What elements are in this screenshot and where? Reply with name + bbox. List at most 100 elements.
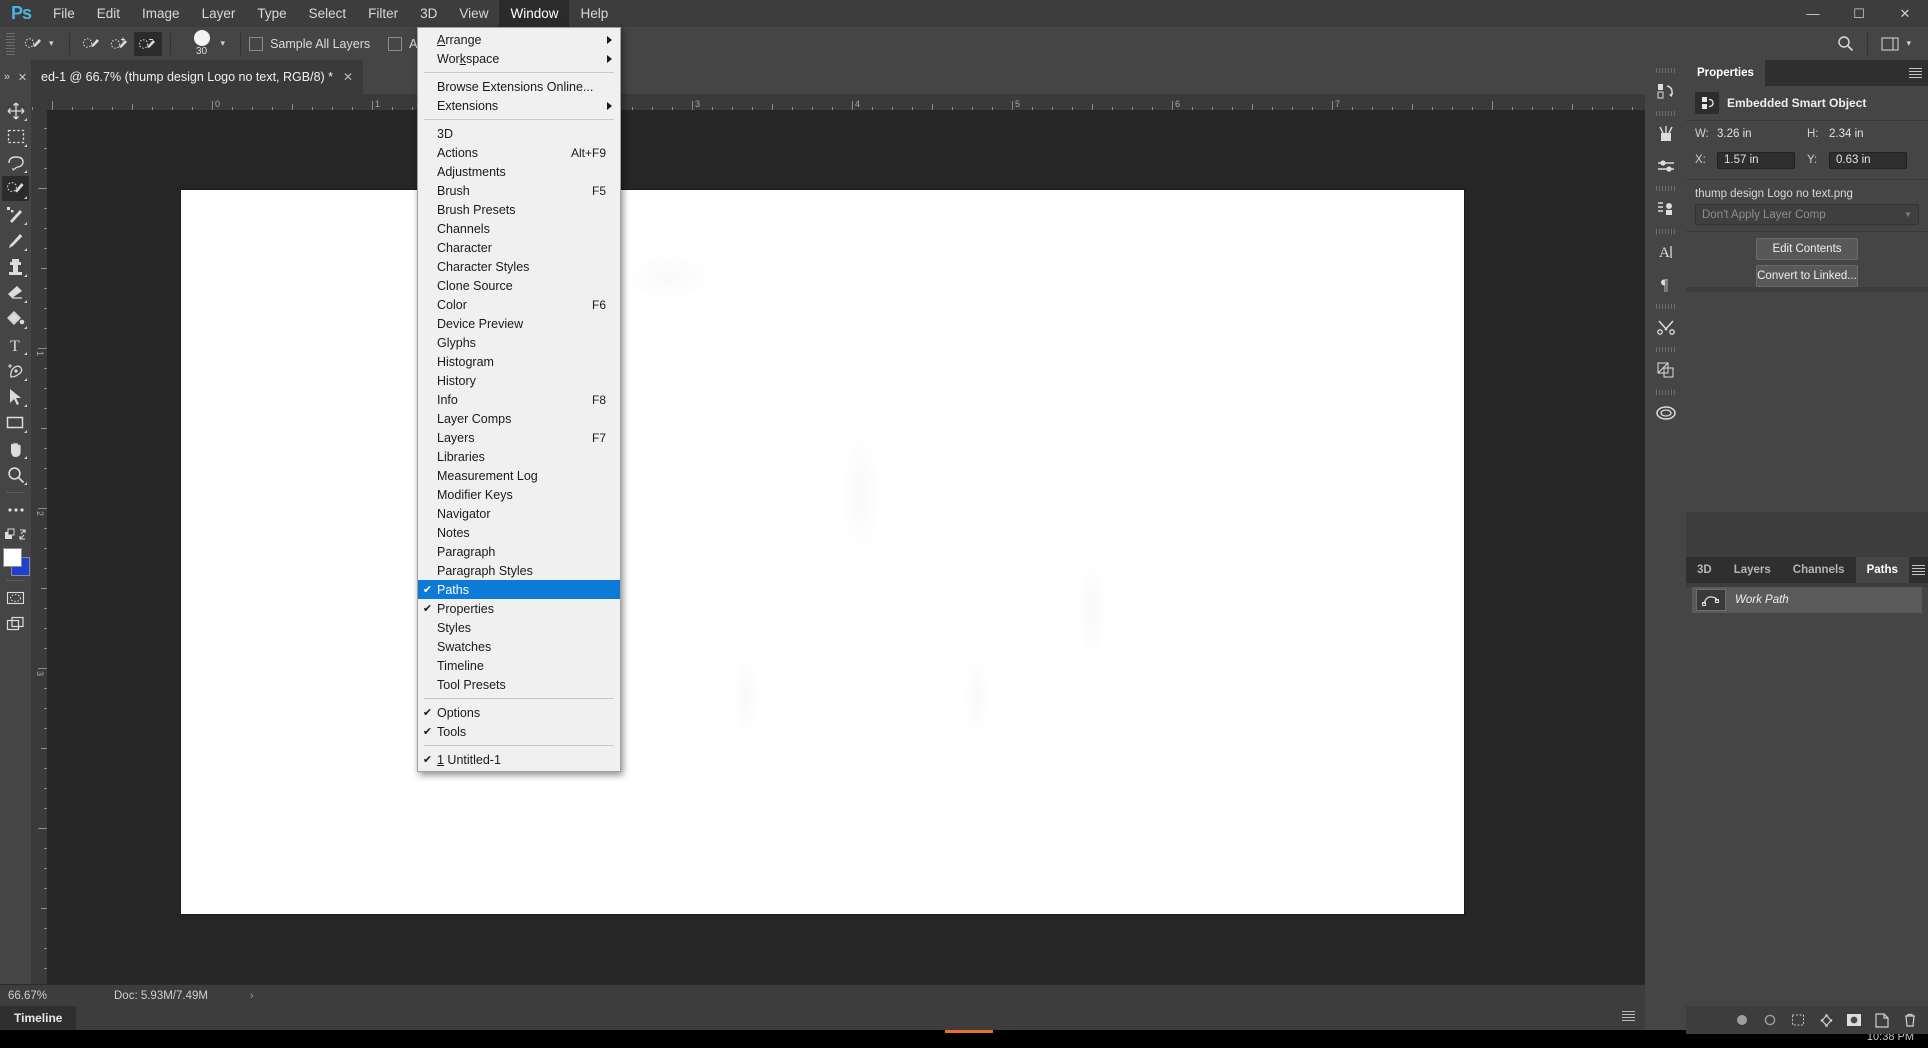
window-menu-dropdown[interactable]: ArrangeWorkspaceBrowse Extensions Online… — [417, 27, 621, 772]
tool-presets-icon[interactable] — [1649, 311, 1683, 343]
y-input[interactable]: 0.63 in — [1829, 152, 1907, 169]
tab-layers[interactable]: Layers — [1723, 557, 1782, 583]
more-tools[interactable] — [2, 497, 29, 522]
window-menu-item-layers[interactable]: LayersF7 — [418, 428, 620, 447]
type-tool[interactable]: T — [2, 332, 29, 357]
rail-grip[interactable] — [1656, 111, 1676, 116]
window-menu-item-timeline[interactable]: Timeline — [418, 656, 620, 675]
paint-bucket-tool[interactable] — [2, 306, 29, 331]
foreground-color-swatch[interactable] — [3, 548, 22, 567]
lasso-tool[interactable] — [2, 150, 29, 175]
options-grip[interactable] — [6, 33, 15, 55]
window-menu-item-adjustments[interactable]: Adjustments — [418, 162, 620, 181]
menu-filter[interactable]: Filter — [357, 0, 409, 27]
window-menu-item-clone-source[interactable]: Clone Source — [418, 276, 620, 295]
window-menu-item-notes[interactable]: Notes — [418, 523, 620, 542]
window-menu-item-properties[interactable]: ✔Properties — [418, 599, 620, 618]
artboard[interactable] — [181, 190, 1464, 914]
window-menu-item-history[interactable]: History — [418, 371, 620, 390]
window-menu-item-options[interactable]: ✔Options — [418, 703, 620, 722]
menu-window[interactable]: Window — [499, 0, 569, 27]
move-tool[interactable] — [2, 98, 29, 123]
brush-tool[interactable] — [2, 228, 29, 253]
marquee-tool[interactable] — [2, 124, 29, 149]
auto-enhance-checkbox[interactable] — [388, 37, 402, 51]
window-menu-item-paragraph[interactable]: Paragraph — [418, 542, 620, 561]
shape-tool[interactable] — [2, 410, 29, 435]
window-menu-item-brush-presets[interactable]: Brush Presets — [418, 200, 620, 219]
window-menu-item-navigator[interactable]: Navigator — [418, 504, 620, 523]
rail-grip[interactable] — [1656, 186, 1676, 191]
quick-mask-tool[interactable] — [2, 585, 29, 610]
edit-contents-button[interactable]: Edit Contents — [1756, 238, 1858, 260]
rail-grip[interactable] — [1656, 347, 1676, 352]
menu-layer[interactable]: Layer — [191, 0, 247, 27]
window-menu-item-device-preview[interactable]: Device Preview — [418, 314, 620, 333]
rail-grip[interactable] — [1656, 304, 1676, 309]
sample-all-layers-option[interactable]: Sample All Layers — [249, 37, 374, 51]
expand-panels-icon[interactable]: » — [4, 71, 10, 83]
menu-type[interactable]: Type — [246, 0, 297, 27]
minimize-button[interactable]: — — [1790, 0, 1836, 27]
window-menu-item-info[interactable]: InfoF8 — [418, 390, 620, 409]
window-menu-item-layer-comps[interactable]: Layer Comps — [418, 409, 620, 428]
stroke-path-icon[interactable] — [1756, 1007, 1784, 1033]
close-button[interactable]: ✕ — [1882, 0, 1928, 27]
canvas-area[interactable] — [47, 110, 1645, 984]
paragraph-icon[interactable]: ¶ — [1649, 268, 1683, 300]
fill-path-icon[interactable] — [1728, 1007, 1756, 1033]
window-menu-item-measurement-log[interactable]: Measurement Log — [418, 466, 620, 485]
window-menu-item-workspace[interactable]: Workspace — [418, 49, 620, 68]
window-menu-item-glyphs[interactable]: Glyphs — [418, 333, 620, 352]
brush-size-control[interactable]: 30 — [185, 30, 219, 57]
brush-chevron-down-icon[interactable]: ▾ — [221, 38, 226, 49]
character-icon[interactable]: A — [1649, 236, 1683, 268]
hand-tool[interactable] — [2, 436, 29, 461]
creative-cloud-icon[interactable] — [1649, 397, 1683, 429]
search-icon[interactable] — [1831, 32, 1859, 56]
rail-grip[interactable] — [1656, 229, 1676, 234]
new-path-icon[interactable] — [1868, 1007, 1896, 1033]
window-menu-item-actions[interactable]: ActionsAlt+F9 — [418, 143, 620, 162]
window-menu-item-styles[interactable]: Styles — [418, 618, 620, 637]
preset-chevron-down-icon[interactable]: ▾ — [49, 38, 54, 49]
window-menu-item-brush[interactable]: BrushF5 — [418, 181, 620, 200]
libraries-icon[interactable] — [1649, 118, 1683, 150]
make-work-path-icon[interactable] — [1812, 1007, 1840, 1033]
menu-select[interactable]: Select — [298, 0, 358, 27]
document-tab[interactable]: ed-1 @ 66.7% (thump design Logo no text,… — [31, 60, 363, 94]
window-menu-item-swatches[interactable]: Swatches — [418, 637, 620, 656]
layer-comp-select[interactable]: Don't Apply Layer Comp ▼ — [1695, 204, 1919, 225]
window-menu-item-paragraph-styles[interactable]: Paragraph Styles — [418, 561, 620, 580]
window-menu-item-arrange[interactable]: Arrange — [418, 30, 620, 49]
quick-selection-preset-icon[interactable] — [19, 32, 47, 56]
menu-file[interactable]: File — [42, 0, 86, 27]
sample-all-layers-checkbox[interactable] — [249, 37, 263, 51]
add-to-selection-icon[interactable] — [106, 32, 134, 56]
tab-properties[interactable]: Properties — [1686, 60, 1765, 86]
window-menu-item-tools[interactable]: ✔Tools — [418, 722, 620, 741]
window-menu-item-character[interactable]: Character — [418, 238, 620, 257]
adjustments-icon[interactable] — [1649, 150, 1683, 182]
status-expand-icon[interactable]: › — [250, 990, 254, 1002]
x-input[interactable]: 1.57 in — [1717, 152, 1795, 169]
delete-path-icon[interactable] — [1896, 1007, 1924, 1033]
paths-panel-menu-icon[interactable] — [1909, 557, 1928, 583]
window-menu-item-modifier-keys[interactable]: Modifier Keys — [418, 485, 620, 504]
styles-icon[interactable] — [1649, 193, 1683, 225]
pen-tool[interactable] — [2, 358, 29, 383]
window-menu-item-libraries[interactable]: Libraries — [418, 447, 620, 466]
timeline-menu-icon[interactable] — [1622, 1011, 1635, 1023]
menu-help[interactable]: Help — [569, 0, 619, 27]
window-menu-item-1-untitled-1[interactable]: ✔1 Untitled-1 — [418, 750, 620, 769]
rail-grip[interactable] — [1656, 390, 1676, 395]
workspace-chevron-down-icon[interactable]: ▾ — [1906, 38, 1911, 49]
list-item[interactable]: Work Path — [1692, 587, 1922, 613]
window-menu-item-paths[interactable]: ✔Paths — [418, 580, 620, 599]
screen-mode-tool[interactable] — [2, 611, 29, 636]
width-value[interactable]: 3.26 in — [1717, 128, 1752, 140]
color-swatches[interactable] — [2, 548, 29, 576]
maximize-button[interactable]: ☐ — [1836, 0, 1882, 27]
history-icon[interactable] — [1649, 75, 1683, 107]
window-menu-item-tool-presets[interactable]: Tool Presets — [418, 675, 620, 694]
